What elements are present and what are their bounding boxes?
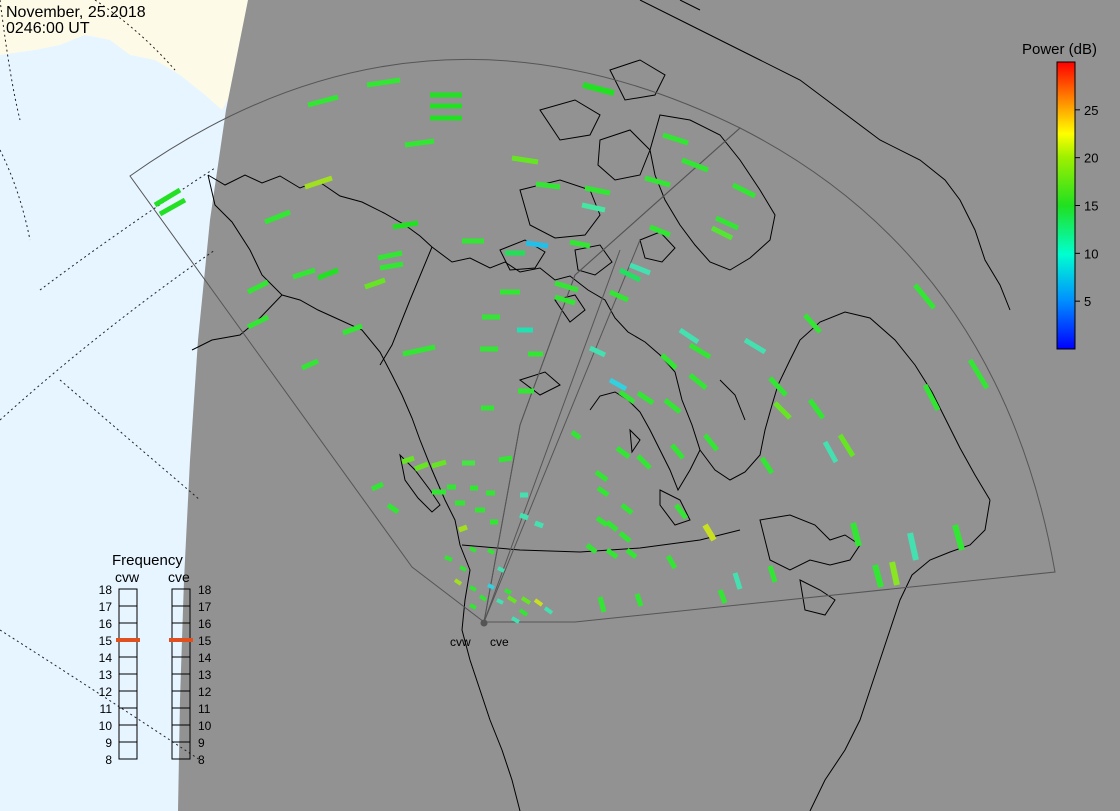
echo-vector [469, 585, 477, 592]
echo-vector [498, 455, 513, 463]
echo-vector [444, 555, 453, 562]
time-label: 0246:00 UT [6, 20, 90, 37]
frequency-tick-label: 10 [198, 719, 212, 733]
frequency-tick-label: 11 [198, 702, 211, 716]
superdarn-map-view: cvw cve November, 25.2018 0246:00 UT Pow… [0, 0, 1120, 811]
radar-cvw-label: cvw [450, 635, 471, 649]
map-canvas: cvw cve November, 25.2018 0246:00 UT Pow… [0, 0, 1120, 811]
frequency-tick-label: 16 [99, 617, 113, 631]
colorbar-tick-label: 10 [1084, 246, 1098, 261]
night-region [178, 0, 1120, 811]
colorbar-tick-label: 15 [1084, 199, 1098, 214]
frequency-tick-label: 8 [105, 753, 112, 767]
echo-vector [487, 548, 495, 555]
frequency-title: Frequency [112, 552, 183, 569]
echo-vector [497, 566, 505, 573]
colorbar-tick-label: 5 [1084, 294, 1091, 309]
frequency-cvw-label: cvw [115, 569, 140, 585]
echo-vector [534, 520, 544, 529]
frequency-tick-label: 16 [198, 617, 212, 631]
frequency-tick-label: 17 [99, 600, 113, 614]
colorbar-title: Power (dB) [1022, 41, 1097, 58]
frequency-tick-label: 10 [99, 719, 113, 733]
frequency-tick-label: 17 [198, 600, 212, 614]
echo-vector [504, 588, 512, 595]
echo-vector [459, 565, 467, 572]
frequency-tick-label: 13 [198, 668, 212, 682]
colorbar-tick-label: 25 [1084, 103, 1098, 118]
echo-vector [525, 240, 549, 249]
radar-cve-label: cve [490, 635, 509, 649]
frequency-tick-label: 15 [99, 634, 113, 648]
radar-site-marker [480, 619, 488, 627]
colorbar-gradient [1056, 61, 1076, 350]
frequency-tick-label: 18 [99, 583, 113, 597]
frequency-tick-label: 11 [100, 702, 113, 716]
date-label: November, 25.2018 [6, 4, 146, 21]
frequency-tick-label: 9 [105, 736, 112, 750]
cve-frequency-indicator [169, 638, 193, 642]
frequency-cve-label: cve [168, 569, 190, 585]
frequency-tick-label: 12 [99, 685, 113, 699]
frequency-tick-label: 15 [198, 634, 212, 648]
echo-vector [469, 603, 477, 610]
frequency-tick-label: 14 [99, 651, 113, 665]
cvw-frequency-indicator [116, 638, 140, 642]
echo-vector [519, 512, 529, 521]
frequency-tick-label: 14 [198, 651, 212, 665]
echo-vector [535, 181, 561, 190]
echo-vector [496, 598, 504, 605]
colorbar-tick-label: 20 [1084, 151, 1098, 166]
echo-vector [469, 546, 477, 553]
echo-vector [458, 524, 468, 533]
frequency-tick-label: 8 [198, 753, 205, 767]
frequency-tick-label: 9 [198, 736, 205, 750]
frequency-tick-label: 18 [198, 583, 212, 597]
frequency-tick-label: 12 [198, 685, 212, 699]
echo-vector [487, 583, 495, 590]
frequency-tick-label: 13 [99, 668, 113, 682]
